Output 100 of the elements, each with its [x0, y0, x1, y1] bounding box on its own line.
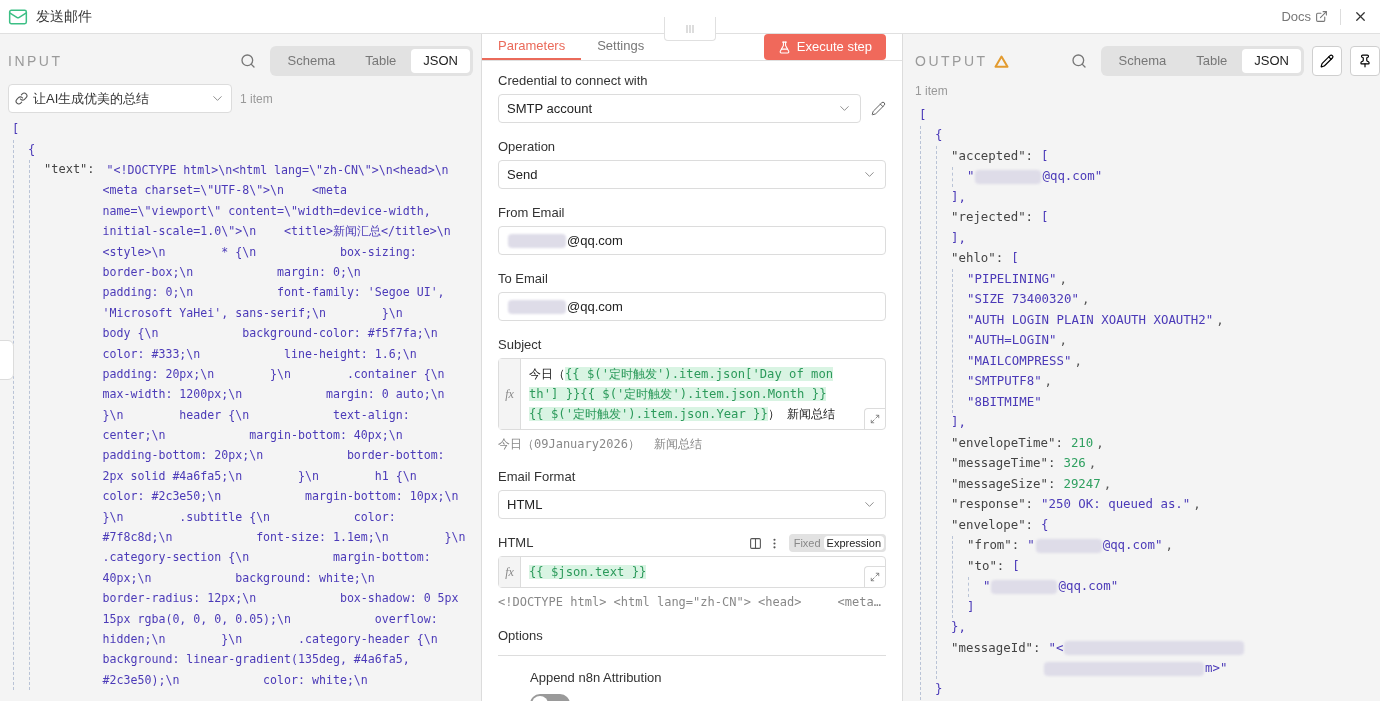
link-icon — [15, 92, 28, 105]
json-bracket: [ — [919, 105, 927, 124]
json-comma: , — [1088, 454, 1097, 473]
json-key: "accepted": — [951, 146, 1034, 166]
view-tab[interactable]: Table — [350, 49, 412, 73]
pin-icon — [1358, 54, 1372, 68]
fx-label: fx — [499, 359, 521, 429]
edit-button[interactable] — [1312, 46, 1342, 76]
panel-handle[interactable] — [0, 340, 14, 380]
json-string-line: padding-bottom: 20px;\n border-bottom: — [102, 447, 446, 465]
json-quote: " — [983, 577, 991, 596]
json-bracket: }, — [951, 618, 966, 637]
field-label: Subject — [498, 337, 542, 353]
json-string-line: color: #333;\n line-height: 1.6;\n — [102, 345, 418, 363]
drag-handle[interactable] — [664, 17, 716, 41]
json-string-line: background: linear-gradient(135deg, #4a6fa5, — [102, 651, 411, 669]
json-bracket: { — [28, 141, 36, 159]
json-string-line: #2c3e50);\n color: white;\n — [102, 671, 369, 689]
json-bracket: [ — [1041, 146, 1049, 165]
json-string-line: padding: 20px;\n }\n .container {\n — [102, 365, 446, 383]
external-link-icon — [1315, 10, 1328, 23]
json-string-line: .category-section {\n margin-bottom: — [102, 549, 432, 567]
docs-link[interactable]: Docs — [1281, 6, 1328, 27]
field-label: Credential to connect with — [498, 73, 648, 89]
close-icon[interactable] — [1353, 9, 1368, 24]
json-key: "response": — [951, 495, 1034, 515]
json-key: "envelope": — [951, 515, 1034, 535]
json-string-line: 2px solid #4a6fa5;\n }\n h1 {\n — [102, 467, 418, 485]
editor-tab[interactable]: Settings — [581, 34, 661, 60]
json-string-line: }\n .subtitle {\n color: — [102, 508, 397, 526]
json-value: @qq.com" — [1058, 577, 1119, 596]
expression-preview: <!DOCTYPE html> <html lang="zh-CN"> <head> <meta… — [498, 594, 882, 611]
split-view-icon[interactable] — [748, 536, 762, 550]
select-field[interactable]: HTML — [498, 490, 886, 519]
pin-button[interactable] — [1350, 46, 1380, 76]
json-value: "SMTPUTF8" — [967, 372, 1042, 391]
node-select[interactable]: 让AI生成优美的总结 — [8, 84, 232, 113]
json-comma: , — [1044, 372, 1053, 391]
view-tab[interactable]: Schema — [272, 49, 351, 73]
json-string-line: initial-scale=1.0\">\n <title>新闻汇总</title>\n — [102, 223, 452, 241]
json-comma: , — [1103, 474, 1112, 493]
json-value: 29247 — [1063, 474, 1101, 493]
json-value: "MAILCOMPRESS" — [967, 351, 1072, 370]
json-bracket: ], — [951, 187, 966, 206]
flask-icon — [777, 40, 791, 54]
expand-icon — [870, 572, 880, 582]
json-bracket: ], — [951, 228, 966, 247]
json-string-line: max-width: 1200px;\n margin: 0 auto;\n — [102, 386, 446, 404]
input-field[interactable]: @qq.com — [498, 292, 886, 321]
json-bracket: [ — [12, 121, 20, 139]
panel-title: INPUT — [8, 51, 63, 71]
json-key: "from": — [967, 536, 1020, 556]
pencil-icon — [1320, 54, 1334, 68]
json-quote: " — [967, 167, 975, 186]
json-comma: , — [1059, 331, 1067, 350]
json-string-line: <style>\n * {\n box-sizing: — [102, 243, 418, 261]
json-value: 210 — [1070, 433, 1094, 452]
view-tab[interactable]: Schema — [1103, 49, 1182, 73]
item-count: 1 item — [914, 83, 949, 100]
json-bracket: } — [935, 679, 943, 698]
field-label: Email Format — [498, 469, 576, 485]
json-quote: " — [1027, 536, 1035, 555]
expression-field[interactable]: fx 今日（{{ $('定时触发').item.json['Day of month'] }}{{ $('定时触发').item.json.Month }}{{ $('定时触发').item.json.Year }}） 新闻总结 — [498, 358, 886, 430]
json-bracket: ], — [951, 413, 966, 432]
window-title: 发送邮件 — [36, 7, 92, 26]
json-string-line: "<!DOCTYPE html>\n<html lang=\"zh-CN\">\n<head>\n — [106, 162, 450, 179]
json-bracket: { — [935, 126, 943, 145]
item-count: 1 item — [240, 90, 273, 108]
json-value: "< — [1048, 638, 1064, 657]
input-field[interactable]: @qq.com — [498, 226, 886, 255]
view-tab[interactable]: JSON — [1242, 49, 1301, 73]
pencil-icon[interactable] — [871, 101, 886, 116]
json-string-line: name=\"viewport\" content=\"width=device-width, — [102, 202, 432, 220]
select-field[interactable]: Send — [498, 160, 886, 189]
json-bracket: [ — [1041, 208, 1049, 227]
json-string-line: <meta charset=\"UTF-8\">\n <meta — [102, 182, 348, 200]
expand-button[interactable] — [864, 566, 885, 587]
json-value: @qq.com" — [1042, 167, 1103, 186]
expand-button[interactable] — [864, 408, 885, 429]
view-tab[interactable]: JSON — [411, 49, 470, 73]
json-bracket: [ — [1011, 249, 1019, 268]
expand-icon — [870, 414, 880, 424]
json-value: "PIPELINING" — [967, 269, 1057, 288]
select-field[interactable]: SMTP account — [498, 94, 861, 123]
field-label: From Email — [498, 205, 565, 221]
json-key: "messageSize": — [951, 474, 1056, 494]
search-icon[interactable] — [239, 53, 256, 69]
search-icon[interactable] — [1070, 53, 1087, 69]
panel-title: OUTPUT — [915, 51, 988, 71]
json-comma: , — [1096, 433, 1104, 452]
json-value: "SIZE 73400320" — [967, 290, 1079, 309]
field-label: HTML — [498, 535, 534, 551]
mode-tab[interactable]: Expression — [823, 536, 884, 550]
json-string-line: 40px;\n background: white;\n — [102, 569, 376, 587]
view-tab[interactable]: Table — [1181, 49, 1243, 73]
json-value: @qq.com" — [1102, 536, 1163, 555]
json-string-line: center;\n margin-bottom: 40px;\n — [102, 427, 404, 445]
json-comma: , — [1074, 351, 1082, 370]
json-bracket: ] — [967, 597, 975, 616]
expression-preview: 今日（09January2026） 新闻总结 — [498, 436, 704, 453]
